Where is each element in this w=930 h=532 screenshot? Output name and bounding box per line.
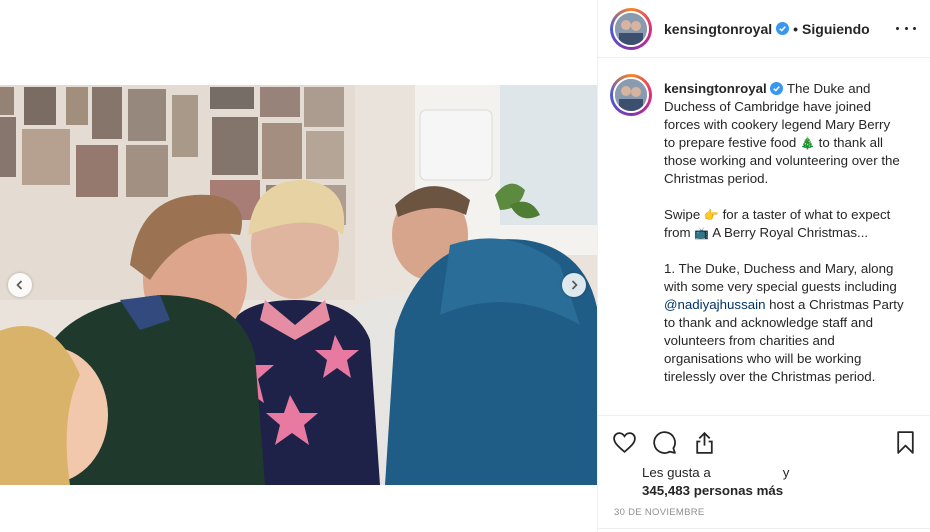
divider <box>598 528 930 529</box>
post-side-panel: kensingtonroyal • Siguiendo kensingtonro… <box>597 0 930 532</box>
caption-section: kensingtonroyal The Duke and Duchess of … <box>598 58 930 416</box>
instagram-post-view: kensingtonroyal • Siguiendo kensingtonro… <box>0 0 930 532</box>
action-bar <box>598 416 930 468</box>
post-timestamp[interactable]: 30 DE NOVIEMBRE <box>614 507 705 518</box>
post-photo[interactable] <box>0 85 597 485</box>
likes-prefix: Les gusta a <box>642 465 711 480</box>
caption-paragraph-3: 1. The Duke, Duchess and Mary, along wit… <box>664 261 904 384</box>
following-button[interactable]: Siguiendo <box>802 21 870 37</box>
next-slide-button[interactable] <box>562 273 586 297</box>
caption-paragraph-1: kensingtonroyal The Duke and Duchess of … <box>664 81 900 186</box>
likes-summary: Les gusta a y 345,483 personas más <box>642 464 789 500</box>
christmas-tree-emoji: 🎄 <box>800 136 815 150</box>
separator-dot: • <box>793 20 799 37</box>
like-button[interactable] <box>610 428 638 456</box>
caption-avatar[interactable] <box>610 74 652 116</box>
verified-badge-icon <box>776 22 790 35</box>
likes-suffix: y <box>782 465 790 480</box>
comment-icon <box>652 430 676 454</box>
username-link[interactable]: kensingtonroyal <box>664 21 772 37</box>
media-area <box>0 0 597 532</box>
save-button[interactable] <box>891 428 919 456</box>
bookmark-icon <box>896 430 914 454</box>
mention-link[interactable]: @nadiyajhussain <box>664 297 765 312</box>
heart-icon <box>612 431 636 453</box>
caption-username-link[interactable]: kensingtonroyal <box>664 81 767 96</box>
tv-emoji: 📺 <box>694 226 710 240</box>
share-button[interactable] <box>690 428 718 456</box>
likes-count[interactable]: 345,483 personas más <box>642 482 789 500</box>
pointing-right-emoji: 👉 <box>703 208 719 222</box>
chevron-right-icon <box>571 280 578 290</box>
verified-badge-icon <box>770 82 784 95</box>
header-info: kensingtonroyal • Siguiendo <box>664 21 896 37</box>
comment-button[interactable] <box>650 428 678 456</box>
previous-slide-button[interactable] <box>8 273 32 297</box>
post-header: kensingtonroyal • Siguiendo <box>598 0 930 58</box>
caption-text: kensingtonroyal The Duke and Duchess of … <box>664 80 904 404</box>
avatar[interactable] <box>610 7 652 50</box>
caption-paragraph-2: Swipe 👉 for a taster of what to expect f… <box>664 207 891 240</box>
more-options-icon[interactable] <box>896 19 916 39</box>
share-icon <box>695 431 713 454</box>
chevron-left-icon <box>16 280 23 290</box>
